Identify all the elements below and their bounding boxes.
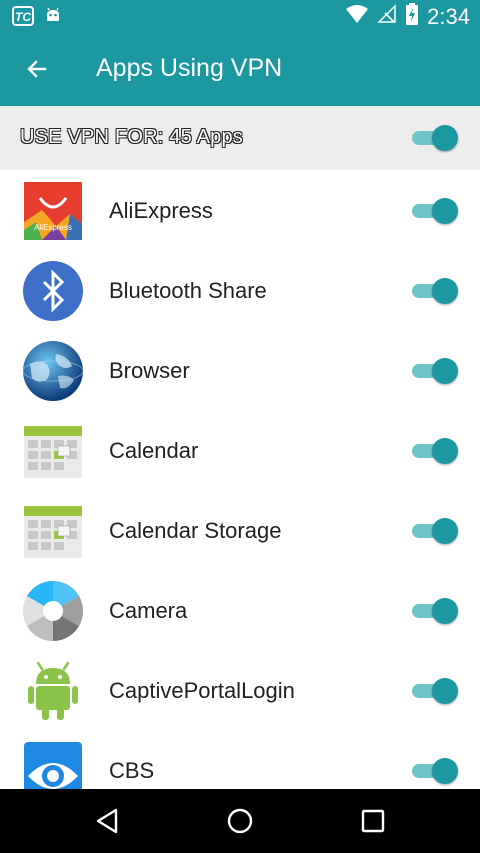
arrow-back-icon[interactable] (20, 52, 54, 86)
status-bar: TC 2:34 (0, 0, 480, 34)
android-robot-icon (22, 660, 84, 722)
list-item-aliexpress[interactable]: AliExpress AliExpress (0, 170, 480, 251)
app-name: CBS (109, 758, 155, 783)
app-name: Calendar Storage (109, 518, 282, 543)
list-item-bluetooth-share[interactable]: Bluetooth Share (0, 250, 480, 331)
app-toggle[interactable] (410, 678, 460, 704)
app-name: Camera (109, 598, 188, 623)
bluetooth-icon (22, 260, 84, 322)
app-name: CaptivePortalLogin (109, 678, 295, 703)
navigation-bar (0, 789, 480, 853)
recents-square-icon[interactable] (355, 803, 391, 839)
wifi-icon (345, 4, 369, 29)
vpn-summary-row: USE VPN FOR: 45 Apps (0, 106, 480, 170)
calendar-icon (22, 420, 84, 482)
app-name: Calendar (109, 438, 199, 463)
aliexpress-icon-text: AliExpress (34, 223, 72, 232)
tc-icon: TC (12, 6, 34, 31)
app-toggle[interactable] (410, 758, 460, 784)
globe-icon (22, 340, 84, 402)
app-toggle[interactable] (410, 598, 460, 624)
no-signal-icon (377, 4, 397, 29)
clock: 2:34 (427, 3, 470, 29)
list-item-browser[interactable]: Browser (0, 330, 480, 411)
vpn-summary-label: USE VPN FOR: 45 Apps (20, 126, 243, 148)
home-circle-icon[interactable] (222, 803, 258, 839)
app-toggle[interactable] (410, 278, 460, 304)
list-item-calendar-storage[interactable]: Calendar Storage (0, 490, 480, 571)
camera-icon (22, 580, 84, 642)
app-toggle[interactable] (410, 198, 460, 224)
battery-charging-icon (405, 3, 419, 30)
app-name: Browser (109, 358, 190, 383)
list-item-captiveportallogin[interactable]: CaptivePortalLogin (0, 650, 480, 731)
back-triangle-icon[interactable] (89, 803, 125, 839)
list-item-calendar[interactable]: Calendar (0, 410, 480, 491)
page-title: Apps Using VPN (96, 54, 283, 82)
svg-text:TC: TC (15, 10, 31, 24)
vpn-master-toggle[interactable] (410, 125, 460, 151)
android-notification-icon (44, 7, 62, 30)
app-toggle[interactable] (410, 358, 460, 384)
app-name: AliExpress (109, 198, 213, 223)
app-toggle[interactable] (410, 438, 460, 464)
list-item-camera[interactable]: Camera (0, 570, 480, 651)
aliexpress-icon: AliExpress (22, 180, 84, 242)
app-toggle[interactable] (410, 518, 460, 544)
app-name: Bluetooth Share (109, 278, 267, 303)
app-bar: Apps Using VPN (0, 34, 480, 106)
calendar-storage-icon (22, 500, 84, 562)
